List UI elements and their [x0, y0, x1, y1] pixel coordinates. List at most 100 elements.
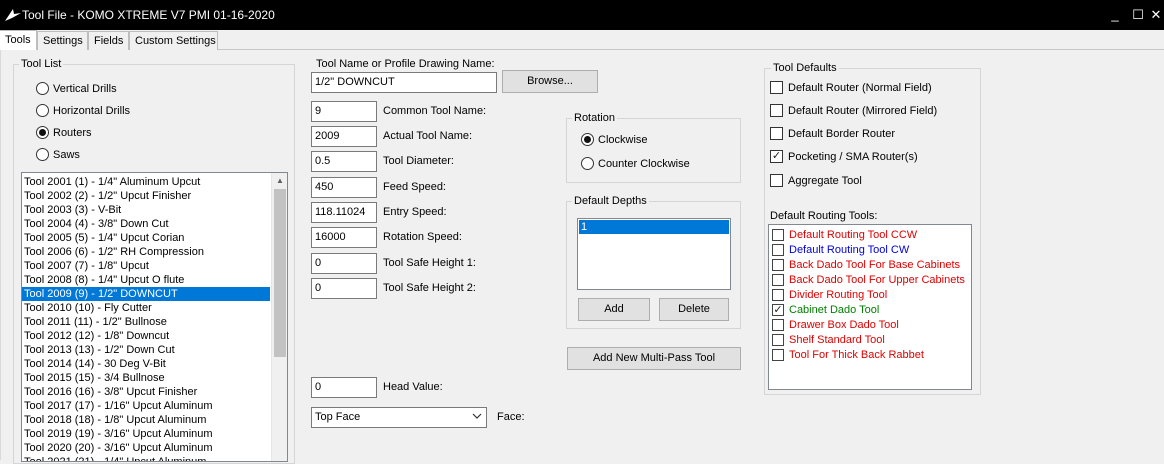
tool-name-input[interactable]: 1/2" DOWNCUT	[311, 72, 497, 93]
routing-tool-checkbox[interactable]: Default Routing Tool CW	[772, 242, 970, 257]
tab-tools[interactable]: Tools	[0, 30, 37, 51]
browse-button[interactable]: Browse...	[502, 70, 598, 93]
default-routing-tools-label: Default Routing Tools:	[770, 210, 878, 222]
chevron-down-icon	[472, 413, 482, 419]
list-item[interactable]: Tool 2015 (15) - 3/4 Bullnose	[22, 371, 270, 385]
list-item[interactable]: Tool 2007 (7) - 1/8" Upcut	[22, 259, 270, 273]
tool-listbox[interactable]: Tool 2001 (1) - 1/4" Aluminum Upcut Tool …	[21, 172, 288, 462]
radio-vertical-drills[interactable]: Vertical Drills	[36, 82, 117, 95]
tool-safe-height-1-input[interactable]: 0	[311, 253, 377, 274]
list-item[interactable]: Tool 2001 (1) - 1/4" Aluminum Upcut	[22, 175, 270, 189]
tool-name-label: Tool Name or Profile Drawing Name:	[316, 58, 495, 70]
radio-saws[interactable]: Saws	[36, 148, 80, 161]
checkbox-label: Aggregate Tool	[788, 174, 862, 187]
checkbox-checked-icon: ✓	[770, 150, 783, 163]
default-border-router-checkbox[interactable]: Default Border Router	[770, 127, 895, 140]
minimize-button[interactable]: _	[1104, 5, 1126, 25]
radio-counter-clockwise[interactable]: Counter Clockwise	[581, 157, 690, 170]
list-item[interactable]: Tool 2006 (6) - 1/2" RH Compression	[22, 245, 270, 259]
radio-label: Vertical Drills	[53, 82, 117, 95]
list-item[interactable]: Tool 2017 (17) - 1/16" Upcut Aluminum	[22, 399, 270, 413]
add-depth-button[interactable]: Add	[578, 298, 650, 321]
list-item[interactable]: Tool 2020 (20) - 3/16" Upcut Aluminum	[22, 441, 270, 455]
radio-clockwise[interactable]: Clockwise	[581, 133, 648, 146]
list-item[interactable]: Tool 2019 (19) - 3/16" Upcut Aluminum	[22, 427, 270, 441]
face-select-value: Top Face	[315, 411, 361, 423]
default-router-mirrored-checkbox[interactable]: Default Router (Mirrored Field)	[770, 104, 937, 117]
pocketing-sma-router-checkbox[interactable]: ✓ Pocketing / SMA Router(s)	[770, 150, 918, 163]
list-item[interactable]: Tool 2021 (21) - 1/4" Upcut Aluminum	[22, 455, 270, 461]
routing-tool-label: Default Routing Tool CW	[789, 243, 910, 256]
head-value-input[interactable]: 0	[311, 377, 377, 398]
routing-tool-label: Shelf Standard Tool	[789, 333, 885, 346]
checkbox-label: Default Border Router	[788, 127, 895, 140]
list-item[interactable]: Tool 2004 (4) - 3/8" Down Cut	[22, 217, 270, 231]
tab-fields[interactable]: Fields	[88, 31, 129, 50]
routing-tool-checkbox[interactable]: Tool For Thick Back Rabbet	[772, 347, 970, 362]
scroll-up-arrow-icon[interactable]: ▲	[272, 175, 287, 187]
radio-button-selected-icon	[581, 133, 594, 146]
tool-diameter-input[interactable]: 0.5	[311, 151, 377, 172]
checkbox-label: Default Router (Normal Field)	[788, 81, 932, 94]
routing-tool-checkbox[interactable]: Drawer Box Dado Tool	[772, 317, 970, 332]
checkbox-label: Pocketing / SMA Router(s)	[788, 150, 918, 163]
radio-label: Horizontal Drills	[53, 104, 131, 117]
tab-settings[interactable]: Settings	[37, 31, 88, 50]
maximize-button[interactable]: ☐	[1127, 5, 1149, 25]
routing-tool-checkbox[interactable]: Shelf Standard Tool	[772, 332, 970, 347]
radio-routers[interactable]: Routers	[36, 126, 92, 139]
face-select[interactable]: Top Face	[311, 407, 487, 428]
routing-tool-checkbox[interactable]: ✓ Cabinet Dado Tool	[772, 302, 970, 317]
routing-tool-checkbox[interactable]: Back Dado Tool For Base Cabinets	[772, 257, 970, 272]
checkbox-icon	[772, 228, 784, 241]
tool-safe-height-1-label: Tool Safe Height 1:	[383, 257, 476, 269]
routing-tool-checkbox[interactable]: Divider Routing Tool	[772, 287, 970, 302]
list-item[interactable]: Tool 2002 (2) - 1/2" Upcut Finisher	[22, 189, 270, 203]
radio-horizontal-drills[interactable]: Horizontal Drills	[36, 104, 130, 117]
entry-speed-label: Entry Speed:	[383, 206, 447, 218]
list-item[interactable]: Tool 2011 (11) - 1/2" Bullnose	[22, 315, 270, 329]
list-item[interactable]: Tool 2003 (3) - V-Bit	[22, 203, 270, 217]
tab-strip: Tools Settings Fields Custom Settings	[0, 30, 1164, 51]
routing-tool-checkbox[interactable]: Default Routing Tool CCW	[772, 227, 970, 242]
list-item[interactable]: Tool 2018 (18) - 1/8" Upcut Aluminum	[22, 413, 270, 427]
default-depths-listbox[interactable]: 1	[577, 218, 731, 290]
radio-label: Routers	[53, 126, 92, 139]
checkbox-icon	[772, 333, 784, 346]
tools-tab-panel: Tool List Vertical Drills Horizontal Dri…	[0, 50, 1164, 464]
close-button[interactable]: ✕	[1148, 5, 1164, 25]
tool-safe-height-2-input[interactable]: 0	[311, 278, 377, 299]
list-item[interactable]: 1	[579, 220, 729, 234]
feed-speed-input[interactable]: 450	[311, 177, 377, 198]
entry-speed-input[interactable]: 118.11024	[311, 202, 377, 223]
aggregate-tool-checkbox[interactable]: Aggregate Tool	[770, 174, 862, 187]
list-item[interactable]: Tool 2010 (10) - Fly Cutter	[22, 301, 270, 315]
checkbox-label: Default Router (Mirrored Field)	[788, 104, 938, 117]
routing-tool-checkbox[interactable]: Back Dado Tool For Upper Cabinets	[772, 272, 970, 287]
common-tool-name-input[interactable]: 9	[311, 101, 377, 122]
list-item[interactable]: Tool 2013 (13) - 1/2" Down Cut	[22, 343, 270, 357]
default-depths-legend: Default Depths	[572, 195, 649, 207]
radio-button-icon	[36, 104, 49, 117]
delete-depth-button[interactable]: Delete	[659, 298, 729, 321]
list-item[interactable]: Tool 2009 (9) - 1/2" DOWNCUT	[22, 287, 270, 301]
default-router-normal-checkbox[interactable]: Default Router (Normal Field)	[770, 81, 932, 94]
rotation-speed-label: Rotation Speed:	[383, 231, 462, 243]
list-item[interactable]: Tool 2005 (5) - 1/4" Upcut Corian	[22, 231, 270, 245]
list-item[interactable]: Tool 2016 (16) - 3/8" Upcut Finisher	[22, 385, 270, 399]
rotation-speed-input[interactable]: 16000	[311, 227, 377, 248]
radio-label: Counter Clockwise	[598, 157, 690, 170]
tab-custom-settings[interactable]: Custom Settings	[129, 31, 218, 50]
maximize-icon: ☐	[1132, 7, 1144, 22]
actual-tool-name-input[interactable]: 2009	[311, 126, 377, 147]
list-item[interactable]: Tool 2008 (8) - 1/4" Upcut O flute	[22, 273, 270, 287]
add-multi-pass-tool-button[interactable]: Add New Multi-Pass Tool	[567, 347, 741, 370]
tool-rows: Tool 2001 (1) - 1/4" Aluminum Upcut Tool …	[22, 175, 270, 461]
tool-list-scrollbar[interactable]: ▲	[271, 173, 287, 461]
list-item[interactable]: Tool 2014 (14) - 30 Deg V-Bit	[22, 357, 270, 371]
checkbox-icon	[772, 258, 784, 271]
list-item[interactable]: Tool 2012 (12) - 1/8" Downcut	[22, 329, 270, 343]
scroll-thumb[interactable]	[274, 189, 286, 357]
routing-tool-label: Drawer Box Dado Tool	[789, 318, 899, 331]
default-routing-tools-list: Default Routing Tool CCW Default Routing …	[768, 224, 972, 390]
